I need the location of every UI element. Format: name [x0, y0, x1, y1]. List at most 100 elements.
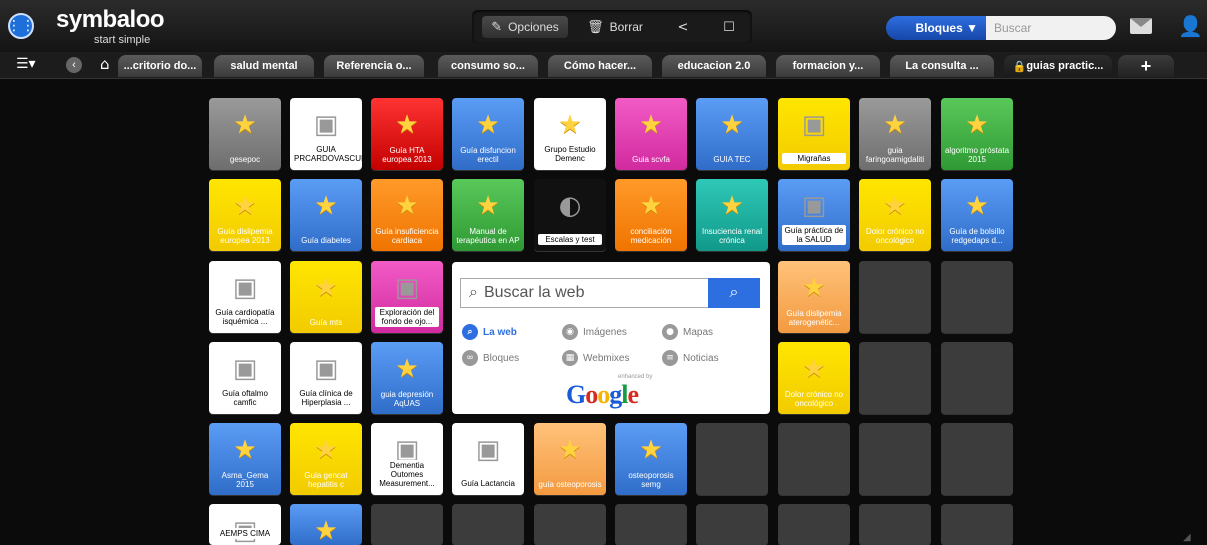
tile[interactable]: ★ guía osteoporosis — [534, 423, 606, 495]
tile[interactable]: ★ Manual de terapéutica en AP — [452, 179, 524, 251]
home-icon[interactable]: ⌂ — [100, 55, 110, 73]
tile[interactable]: ★ Dolor crónico no oncológico — [778, 342, 850, 414]
star-icon: ★ — [476, 110, 500, 140]
tile[interactable]: ★ guia faringoamigdaliti — [859, 98, 931, 170]
tile[interactable]: ★ Guía mts — [290, 261, 362, 333]
tile[interactable]: ★ Dolor crónico no oncológico — [859, 179, 931, 251]
tab-0[interactable]: ...critorio do... — [118, 55, 202, 77]
tile[interactable]: ★ conciliación medicación — [615, 179, 687, 251]
empty-tile[interactable] — [778, 423, 850, 495]
tab-label: Referencia o... — [336, 60, 412, 72]
mail-icon[interactable] — [1130, 18, 1152, 34]
empty-tile[interactable] — [859, 261, 931, 333]
tile[interactable]: ★ Guía diabetes — [290, 179, 362, 251]
option-news[interactable]: ≡ Noticias — [662, 350, 719, 366]
tab-label: salud mental — [230, 60, 298, 72]
empty-tile[interactable] — [534, 504, 606, 545]
tile-label: Dolor crónico no oncológico — [784, 390, 844, 408]
option-images[interactable]: ◉ Imágenes — [562, 324, 627, 340]
tile[interactable]: ▣ Guía clínica de Hiperplasia ... — [290, 342, 362, 414]
apps-menu-icon[interactable]: ⋮⋮ — [7, 13, 35, 39]
tile[interactable]: ★ Guía dislipemia aterogenétic... — [778, 261, 850, 333]
option-blocks[interactable]: ∞ Bloques — [462, 350, 519, 366]
tile[interactable]: ▣ Guía oftalmo camfic — [209, 342, 281, 414]
tile[interactable]: ★ Guía HTA europea 2013 — [371, 98, 443, 170]
tile[interactable]: ★ Guia scvfa — [615, 98, 687, 170]
tile[interactable]: ★ Guia gencat hepatitis c — [290, 423, 362, 495]
map-pin-icon: ● — [662, 324, 678, 340]
empty-tile[interactable] — [696, 423, 768, 495]
empty-tile[interactable] — [615, 504, 687, 545]
tile[interactable]: ★ — [290, 504, 362, 545]
tile[interactable]: ★ Insuciencia renal crónica — [696, 179, 768, 251]
tab-7[interactable]: La consulta ... — [890, 55, 994, 77]
tile[interactable]: ▣ Guía práctica de la SALUD — [778, 179, 850, 251]
tab-menu-icon[interactable]: ☰▾ — [16, 56, 36, 72]
empty-tile[interactable] — [859, 423, 931, 495]
tab-8[interactable]: 🔒 guias practic... — [1004, 55, 1112, 77]
tile[interactable]: ▣ Dementia Outomes Measurement... — [371, 423, 443, 495]
options-button[interactable]: ✎ Opciones — [482, 16, 568, 38]
tile[interactable]: ▣ Migrañas — [778, 98, 850, 170]
top-search-input[interactable]: Buscar — [986, 16, 1116, 40]
empty-tile[interactable] — [859, 504, 931, 545]
star-icon: ★ — [314, 516, 338, 545]
empty-tile[interactable] — [371, 504, 443, 545]
google-search-button[interactable]: ⌕ — [708, 278, 760, 308]
star-icon: ★ — [965, 191, 989, 221]
feedback-button[interactable]: ☐ — [712, 16, 746, 38]
user-icon[interactable]: 👤 — [1178, 14, 1203, 38]
option-webmixes[interactable]: ▦ Webmixes — [562, 350, 630, 366]
option-blocks-label: Bloques — [483, 352, 520, 364]
star-icon: ★ — [965, 110, 989, 140]
tile[interactable]: ▣ Guía cardiopatía isquémica ... — [209, 261, 281, 333]
tab-4[interactable]: Cómo hacer... — [548, 55, 652, 77]
tile[interactable]: ★ guia depresión AqUAS — [371, 342, 443, 414]
empty-tile[interactable] — [778, 504, 850, 545]
delete-button[interactable]: 🗑 Borrar — [576, 16, 654, 38]
back-icon[interactable]: ‹ — [66, 57, 82, 73]
empty-tile[interactable] — [941, 423, 1013, 495]
tile[interactable]: ★ Guía disfuncion erectil — [452, 98, 524, 170]
empty-tile[interactable] — [859, 342, 931, 414]
tab-5[interactable]: educacion 2.0 — [662, 55, 766, 77]
add-tab-button[interactable]: + — [1118, 55, 1174, 77]
tile[interactable]: ★ gesepoc — [209, 98, 281, 170]
option-maps[interactable]: ● Mapas — [662, 324, 713, 340]
tile[interactable]: ▣ Exploración del fondo de ojo... — [371, 261, 443, 333]
logo[interactable]: symbaloo — [56, 6, 165, 34]
tab-3[interactable]: consumo so... — [438, 55, 538, 77]
tile[interactable]: ★ osteoporosis semg — [615, 423, 687, 495]
tile[interactable]: ★ Guía dislipemia europea 2013 — [209, 179, 281, 251]
tile[interactable]: ★ Guía insuficiencia cardiaca — [371, 179, 443, 251]
tile[interactable]: ★ Grupo Estudio Demenc — [534, 98, 606, 170]
tab-6[interactable]: formacion y... — [776, 55, 880, 77]
tile[interactable]: ▣AEMPS CIMA — [209, 504, 281, 545]
tile[interactable]: ★ GUIA TEC — [696, 98, 768, 170]
empty-tile[interactable] — [941, 504, 1013, 545]
tile[interactable]: ★ Guía de bolsillo redgedaps d... — [941, 179, 1013, 251]
resize-grip-icon[interactable]: ◢ — [1183, 532, 1191, 543]
tab-label: guias practic... — [1026, 60, 1104, 72]
tile[interactable]: ▣ GUIA PRCARDOVASCUI — [290, 98, 362, 170]
option-web[interactable]: ⌕ La web — [462, 324, 517, 340]
empty-tile[interactable] — [696, 504, 768, 545]
google-search-input[interactable]: ⌕ Buscar la web — [460, 278, 708, 308]
empty-tile[interactable] — [941, 342, 1013, 414]
tile[interactable]: ★ Asma_Gema 2015 — [209, 423, 281, 495]
tile[interactable]: ◐ Escalas y test — [534, 179, 606, 251]
share-button[interactable]: < — [666, 16, 700, 38]
tile[interactable]: ▣ Guía Lactancia — [452, 423, 524, 495]
search-mode-dropdown[interactable]: Bloques ▼ — [886, 16, 986, 40]
tile-label: Escalas y test — [538, 234, 602, 245]
empty-tile[interactable] — [452, 504, 524, 545]
tile[interactable]: ★ algoritmo próstata 2015 — [941, 98, 1013, 170]
tile-label: Guía insuficiencia cardiaca — [375, 227, 439, 245]
empty-tile[interactable] — [941, 261, 1013, 333]
tile-label: osteoporosis semg — [628, 471, 674, 489]
tab-1[interactable]: salud mental — [214, 55, 314, 77]
search-icon: ⌕ — [462, 324, 478, 340]
star-icon: ★ — [233, 435, 257, 465]
tab-2[interactable]: Referencia o... — [324, 55, 424, 77]
search-mode-label: Bloques — [915, 21, 963, 35]
